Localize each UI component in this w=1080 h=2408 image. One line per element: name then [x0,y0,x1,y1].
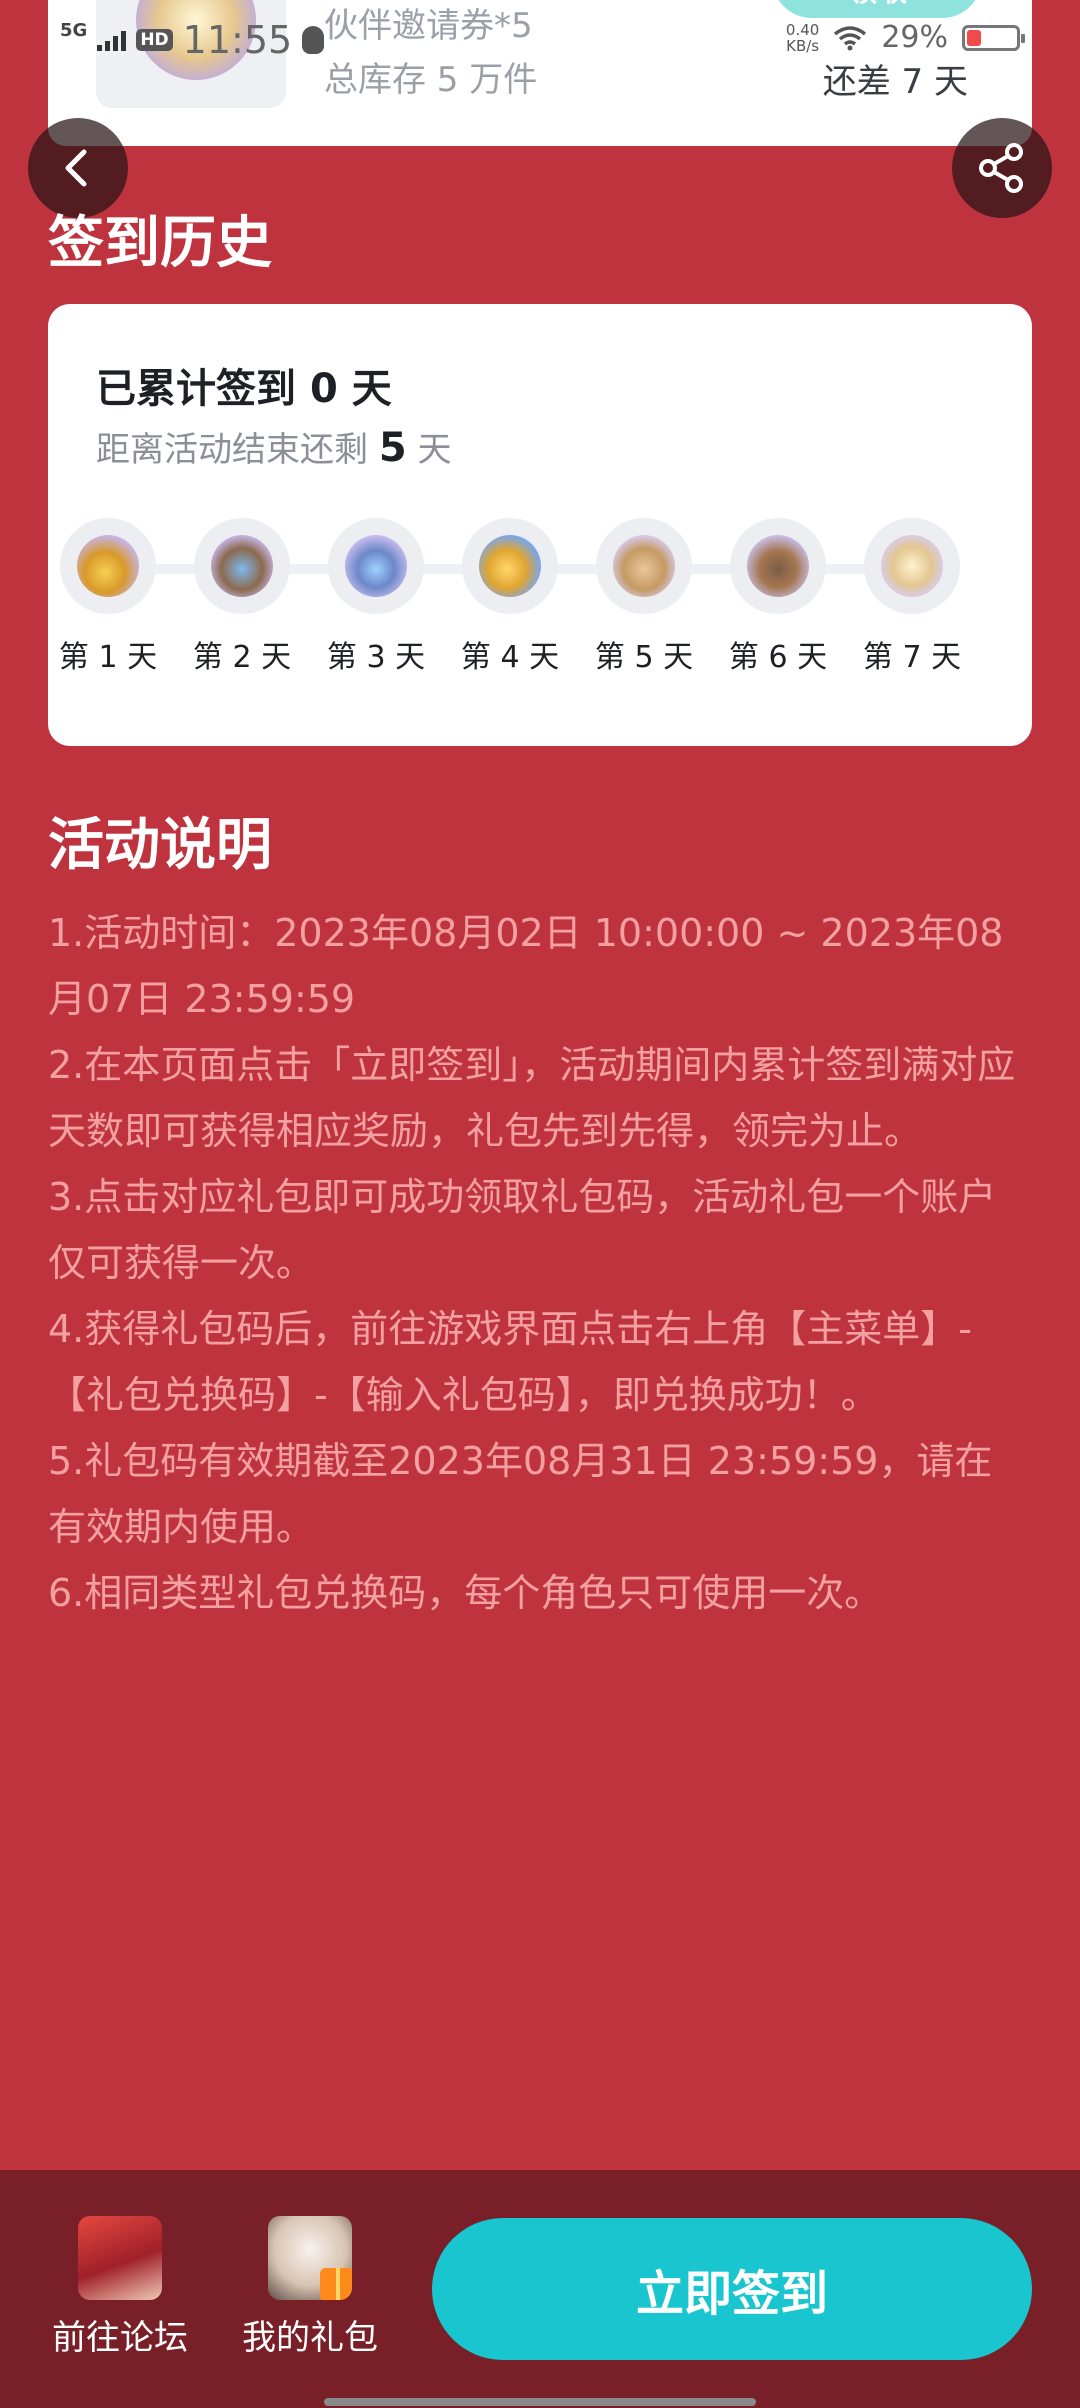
remain-prefix: 距离活动结束还剩 [96,430,368,470]
day-label: 第 1 天 [58,640,158,675]
forum-button[interactable]: 前往论坛 [40,2216,200,2359]
share-icon [979,143,1023,193]
wifi-icon [833,25,867,51]
day-label: 第 2 天 [192,640,292,675]
forum-label: 前往论坛 [52,2318,188,2358]
rules-title: 活动说明 [48,813,272,878]
day-reward-3[interactable]: 第 3 天 [306,518,446,676]
battery-fill [967,29,981,46]
rule-item: 6.相同类型礼包兑换码，每个角色只可使用一次。 [48,1571,883,1615]
treasure-cart-icon [747,535,809,597]
battery-icon [962,24,1025,51]
status-time: 11:55 [182,18,293,62]
network-speed-value: 0.40 [785,20,820,39]
rule-item: 1.活动时间：2023年08月02日 10:00:00 ~ 2023年08月07… [48,911,1004,1021]
network-speed: 0.40 KB/s [786,22,819,54]
day-label: 第 3 天 [326,640,426,675]
status-bar-left: 5G HD 11:55 [60,18,325,62]
remaining-days: 距离活动结束还剩 5 天 [96,422,451,471]
reward-name: 伙伴邀请券*5 [324,6,533,46]
crystal-chest-icon [211,535,273,597]
gift-box-icon [320,2268,352,2300]
hd-icon: HD [136,29,173,51]
day-label: 第 4 天 [460,640,560,675]
rule-item: 5.礼包码有效期截至2023年08月31日 23:59:59，请在有效期内使用。 [48,1439,993,1549]
bottom-action-bar: 前往论坛 我的礼包 立即签到 [0,2170,1080,2408]
supply-boxes-icon [613,535,675,597]
gifts-label: 我的礼包 [242,2318,378,2358]
history-title: 签到历史 [48,211,272,276]
partner-ticket-icon [881,535,943,597]
day-reward-7[interactable]: 第 7 天 [842,518,982,676]
rule-item: 4.获得礼包码后，前往游戏界面点击右上角【主菜单】-【礼包兑换码】-【输入礼包码… [48,1307,972,1417]
day-reward-1[interactable]: 第 1 天 [38,518,178,676]
day-label: 第 7 天 [862,640,962,675]
day-reward-6[interactable]: 第 6 天 [708,518,848,676]
my-gifts-button[interactable]: 我的礼包 [230,2216,390,2359]
qq-notification-icon [302,26,325,54]
cumulative-signin: 已累计签到 0 天 [96,356,392,414]
sign-in-button[interactable]: 立即签到 [432,2218,1032,2360]
cumulative-count: 0 [309,366,338,412]
network-type: 5G [60,19,88,41]
day-reward-4[interactable]: 第 4 天 [440,518,580,676]
forum-avatar-icon [78,2216,162,2300]
signal-icon [97,29,127,51]
status-bar-right: 0.40 KB/s 29% [786,20,1025,55]
remain-suffix: 天 [417,430,452,470]
rules-list: 1.活动时间：2023年08月02日 10:00:00 ~ 2023年08月07… [48,900,1028,1626]
day-reward-2[interactable]: 第 2 天 [172,518,312,676]
coins-gift-icon [77,535,139,597]
remain-count: 5 [378,425,407,471]
share-button[interactable] [952,118,1052,218]
gold-coins-icon [479,535,541,597]
gift-avatar-icon [268,2216,352,2300]
network-speed-unit: KB/s [786,36,820,55]
cumulative-prefix: 已累计签到 [96,366,296,412]
day-label: 第 5 天 [594,640,694,675]
sign-history-card: 已累计签到 0 天 距离活动结束还剩 5 天 第 1 天 第 2 天 第 3 天… [48,304,1032,746]
rule-item: 3.点击对应礼包即可成功领取礼包码，活动礼包一个账户仅可获得一次。 [48,1175,997,1285]
days-remaining-text: 还差 7 天 [822,62,968,102]
crystal-pile-icon [345,535,407,597]
day-label: 第 6 天 [728,640,828,675]
rule-item: 2.在本页面点击「立即签到」，活动期间内累计签到满对应天数即可获得相应奖励，礼包… [48,1043,1016,1153]
cumulative-suffix: 天 [351,366,392,412]
claim-button[interactable]: 领取 [772,0,982,18]
day-reward-5[interactable]: 第 5 天 [574,518,714,676]
battery-percent: 29% [881,20,948,55]
home-indicator[interactable] [324,2398,756,2406]
reward-stock: 总库存 5 万件 [324,60,538,100]
chevron-left-icon [65,149,87,187]
